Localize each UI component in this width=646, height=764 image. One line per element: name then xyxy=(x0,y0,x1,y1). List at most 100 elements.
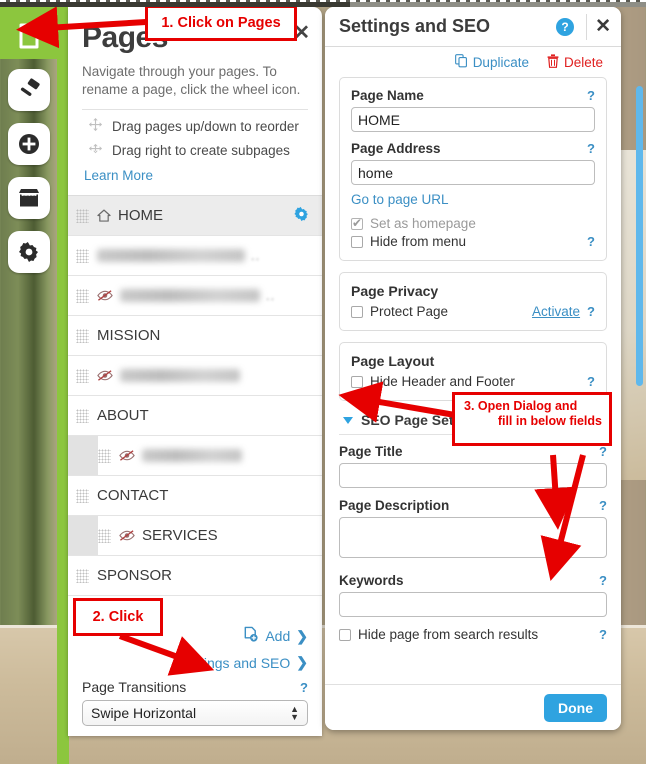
protect-page-help-icon[interactable]: ? xyxy=(587,304,595,319)
page-row[interactable] xyxy=(68,436,322,476)
seo-dialog-scrollbar[interactable] xyxy=(636,86,643,386)
page-row[interactable]: .. xyxy=(68,276,322,316)
left-toolbar xyxy=(0,7,57,764)
settings-and-seo-button[interactable]: Settings and SEO ❯ xyxy=(82,654,308,671)
page-row[interactable]: ABOUT xyxy=(68,396,322,436)
delete-label: Delete xyxy=(563,55,603,70)
page-row[interactable]: HOME xyxy=(68,196,322,236)
hide-header-footer-row[interactable]: Hide Header and Footer ? xyxy=(351,374,595,389)
page-address-help-icon[interactable]: ? xyxy=(587,141,595,156)
delete-page-button[interactable]: Delete xyxy=(547,54,603,71)
page-list[interactable]: HOME.... MISSION ABOUT CONTACT SERVICES SPONS… xyxy=(68,195,322,614)
chevron-right-icon-2: ❯ xyxy=(296,654,308,670)
drag-handle-icon[interactable] xyxy=(76,368,89,383)
set-as-homepage-label: Set as homepage xyxy=(370,216,476,231)
duplicate-page-button[interactable]: Duplicate xyxy=(454,54,529,71)
page-transitions-select[interactable]: Swipe Horizontal ▲ ▼ xyxy=(82,700,308,726)
toolbar-item-design[interactable] xyxy=(8,69,50,111)
hide-from-search-help-icon[interactable]: ? xyxy=(599,627,607,642)
hide-from-search-row[interactable]: Hide page from search results ? xyxy=(339,627,607,642)
page-name-help-icon[interactable]: ? xyxy=(587,88,595,103)
seo-close-button[interactable]: ✕ xyxy=(586,13,611,40)
page-description-help-icon[interactable]: ? xyxy=(599,498,607,513)
drag-handle-icon[interactable] xyxy=(76,248,89,263)
activate-link[interactable]: Activate xyxy=(532,304,580,319)
hide-header-footer-help-icon[interactable]: ? xyxy=(587,374,595,389)
drag-handle-icon[interactable] xyxy=(76,288,89,303)
drag-handle-icon[interactable] xyxy=(76,328,89,343)
hide-from-menu-help-icon[interactable]: ? xyxy=(587,234,595,249)
hide-from-search-checkbox[interactable] xyxy=(339,628,351,641)
page-name-label-row: Page Name ? xyxy=(351,88,595,103)
hint-reorder: Drag pages up/down to reorder xyxy=(82,114,308,138)
hint-subpage: Drag right to create subpages xyxy=(82,138,308,162)
page-name-label: HOME xyxy=(118,207,163,224)
gear-icon xyxy=(17,240,41,264)
keywords-help-icon[interactable]: ? xyxy=(599,573,607,588)
done-button[interactable]: Done xyxy=(544,693,607,722)
page-transitions-row: Page Transitions ? xyxy=(82,679,308,695)
trash-icon xyxy=(547,54,559,71)
drag-handle-icon[interactable] xyxy=(76,568,89,583)
duplicate-icon xyxy=(454,54,468,71)
top-strip-light-segment xyxy=(350,2,646,7)
hide-from-menu-label: Hide from menu xyxy=(370,234,467,249)
page-settings-gear-icon[interactable] xyxy=(293,205,310,226)
page-name-input[interactable] xyxy=(351,107,595,132)
page-row[interactable]: CONTACT xyxy=(68,476,322,516)
protect-page-checkbox[interactable] xyxy=(351,305,363,318)
set-as-homepage-row[interactable]: Set as homepage xyxy=(351,216,595,231)
protect-page-row[interactable]: Protect Page Activate ? xyxy=(351,304,595,319)
drag-handle-icon[interactable] xyxy=(76,488,89,503)
page-row[interactable]: .. xyxy=(68,236,322,276)
page-transitions-help-icon[interactable]: ? xyxy=(300,680,308,695)
seo-dialog-title: Settings and SEO xyxy=(339,16,491,36)
page-row[interactable]: MISSION xyxy=(68,316,322,356)
set-as-homepage-checkbox[interactable] xyxy=(351,216,363,230)
page-row[interactable]: SPONSOR xyxy=(68,556,322,596)
seo-dialog-actions: Duplicate Delete xyxy=(339,47,607,77)
hidden-eye-icon xyxy=(97,369,113,382)
annotation-step-1: 1. Click on Pages xyxy=(145,5,297,41)
page-name-label: Page Name xyxy=(351,88,424,103)
page-row[interactable] xyxy=(68,356,322,396)
page-title-help-icon[interactable]: ? xyxy=(599,444,607,459)
chevron-right-icon: ❯ xyxy=(296,627,308,644)
add-page-label: Add xyxy=(265,628,291,644)
page-layout-title: Page Layout xyxy=(351,353,435,369)
toolbar-item-add[interactable] xyxy=(8,123,50,165)
pages-icon xyxy=(18,23,40,49)
page-name-label: CONTACT xyxy=(97,487,169,504)
home-icon xyxy=(97,209,111,222)
page-title-input[interactable] xyxy=(339,463,607,488)
drag-handle-icon[interactable] xyxy=(98,448,111,463)
drag-handle-icon[interactable] xyxy=(98,528,111,543)
page-name-trailing: .. xyxy=(251,248,261,263)
drag-handle-icon[interactable] xyxy=(76,208,89,223)
page-name-redacted xyxy=(120,369,240,382)
toolbar-item-store[interactable] xyxy=(8,177,50,219)
page-description-textarea[interactable] xyxy=(339,517,607,558)
hide-from-menu-checkbox[interactable] xyxy=(351,235,363,248)
go-to-page-url-link[interactable]: Go to page URL xyxy=(351,192,449,207)
page-basics-card: Page Name ? Page Address ? Go to page UR… xyxy=(339,77,607,261)
page-row[interactable]: SERVICES xyxy=(68,516,322,556)
learn-more-link[interactable]: Learn More xyxy=(84,168,153,183)
drag-handle-icon[interactable] xyxy=(76,408,89,423)
hide-header-footer-checkbox[interactable] xyxy=(351,375,363,388)
toolbar-item-pages[interactable] xyxy=(8,15,50,57)
seo-dialog-footer: Done xyxy=(325,684,621,730)
page-address-input[interactable] xyxy=(351,160,595,185)
design-brush-icon xyxy=(17,78,41,102)
hide-from-menu-row[interactable]: Hide from menu ? xyxy=(351,234,595,249)
keywords-input[interactable] xyxy=(339,592,607,617)
annotation-step-2: 2. Click xyxy=(73,598,163,636)
page-transitions-value: Swipe Horizontal xyxy=(91,705,197,721)
toolbar-item-settings[interactable] xyxy=(8,231,50,273)
annotation-step-3-line1: 3. Open Dialog and xyxy=(464,399,578,413)
pages-panel-description: Navigate through your pages. To rename a… xyxy=(82,64,301,97)
page-title-label: Page Title xyxy=(339,444,403,459)
page-privacy-title: Page Privacy xyxy=(351,283,439,299)
seo-help-icon[interactable]: ? xyxy=(556,17,575,36)
keywords-label: Keywords xyxy=(339,573,404,588)
